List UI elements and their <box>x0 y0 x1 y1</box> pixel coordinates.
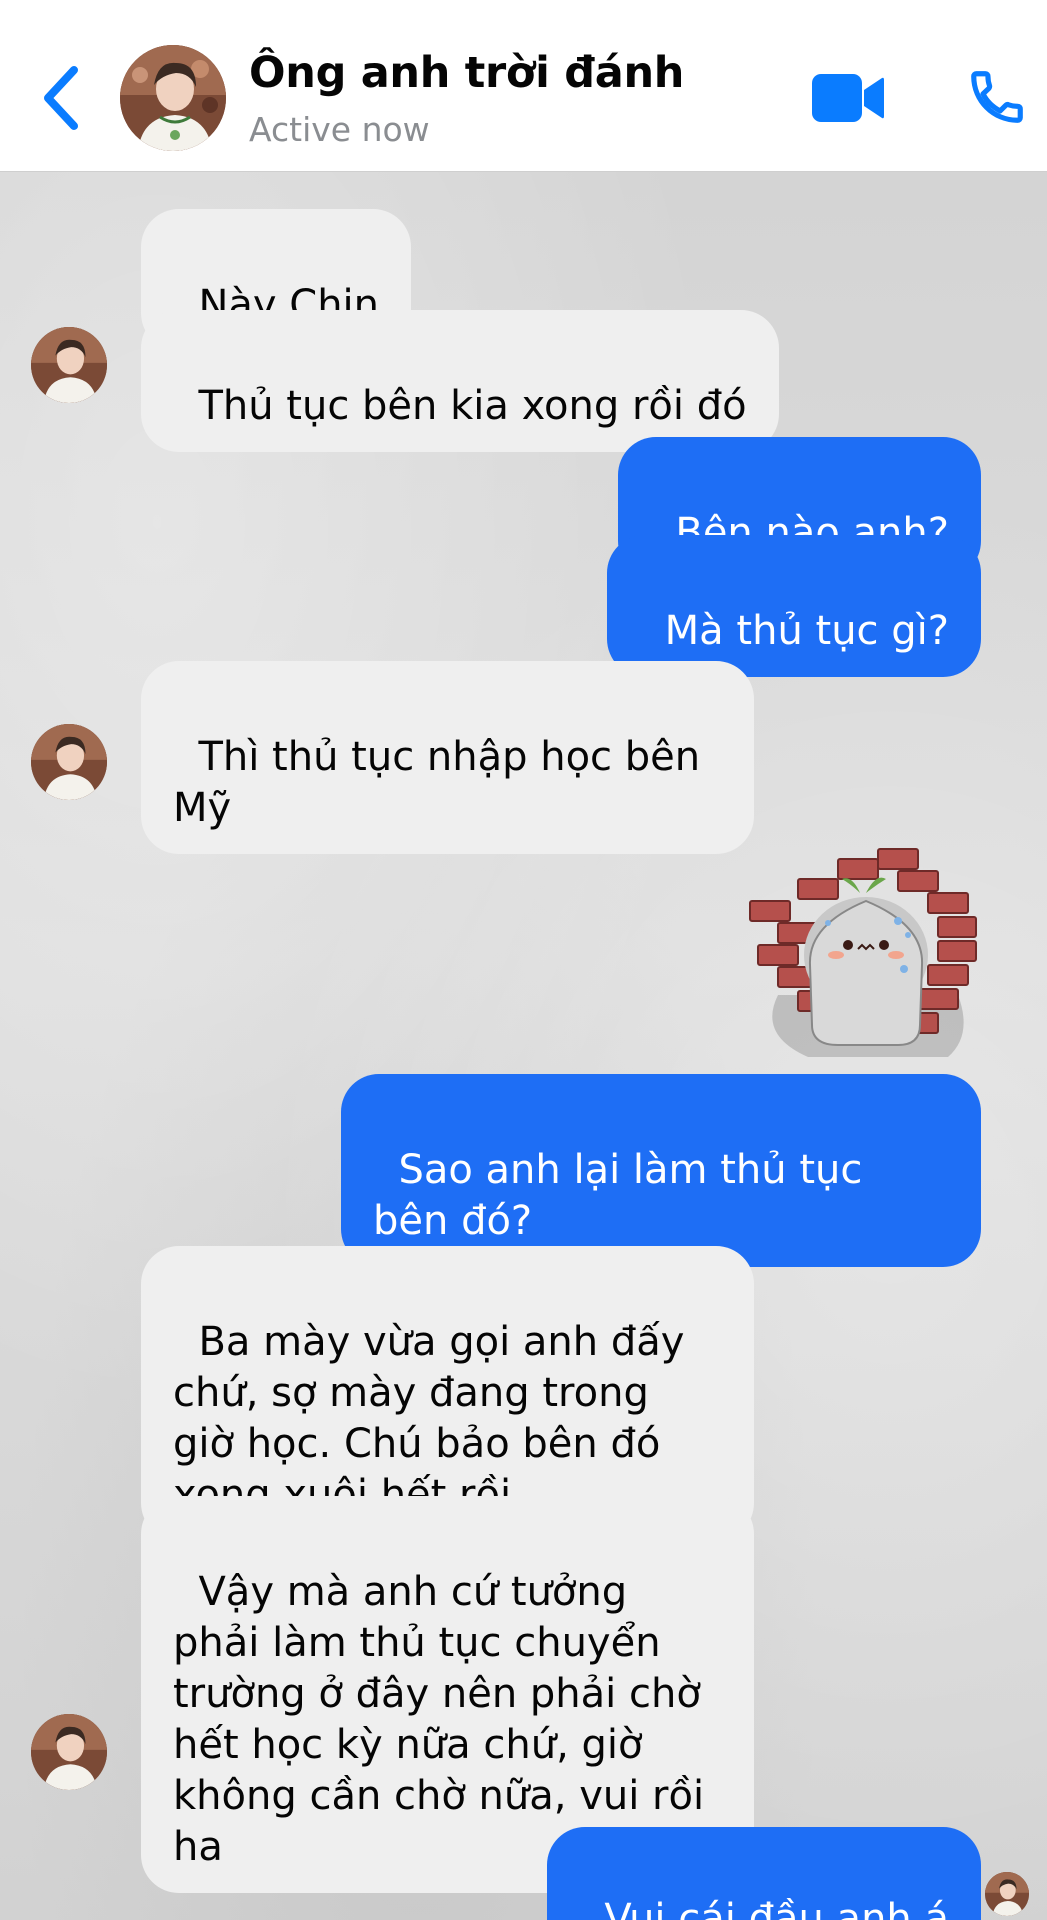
video-call-button[interactable] <box>810 70 886 126</box>
voice-call-button[interactable] <box>966 66 1028 128</box>
message-outgoing[interactable]: Mà thủ tục gì? <box>607 535 981 677</box>
sender-avatar[interactable] <box>31 724 107 800</box>
message-outgoing[interactable]: Sao anh lại làm thủ tục bên đó? <box>341 1074 981 1267</box>
message-incoming[interactable]: Thủ tục bên kia xong rồi đó <box>141 310 779 452</box>
phone-icon <box>971 71 1023 123</box>
message-outgoing[interactable]: Vui cái đầu anh á 😤 <box>546 1827 981 1920</box>
brick-wall-sticker[interactable] <box>748 845 980 1067</box>
message-incoming[interactable]: Thì thủ tục nhập học bên Mỹ <box>141 661 754 854</box>
active-status: Active now <box>249 110 430 149</box>
chat-header: Ông anh trời đánh Active now <box>0 0 1047 172</box>
contact-name[interactable]: Ông anh trời đánh <box>249 48 684 98</box>
sender-avatar[interactable] <box>31 1714 107 1790</box>
back-button[interactable] <box>36 60 86 136</box>
read-receipt-avatar <box>985 1872 1029 1916</box>
crying-bun-sticker-icon <box>749 848 977 1057</box>
chevron-left-icon <box>44 66 78 130</box>
video-camera-icon <box>812 74 884 122</box>
sender-avatar[interactable] <box>31 327 107 403</box>
contact-avatar[interactable] <box>120 45 226 151</box>
